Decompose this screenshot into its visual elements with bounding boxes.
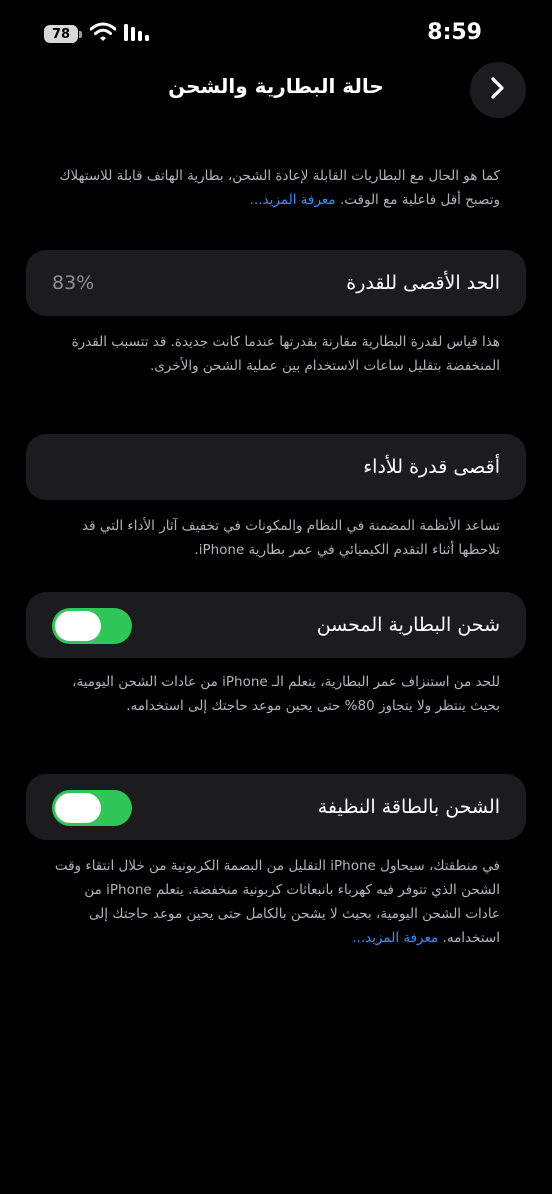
optimized-charging-toggle[interactable]	[52, 608, 132, 644]
chevron-right-icon	[490, 76, 506, 104]
peak-performance-label: أقصى قدرة للأداء	[363, 456, 500, 478]
page-title: حالة البطارية والشحن	[168, 74, 384, 98]
battery-level: 78	[44, 25, 78, 43]
status-time: 8:59	[427, 20, 482, 45]
maximum-capacity-label: الحد الأقصى للقدرة	[346, 272, 500, 294]
maximum-capacity-row: الحد الأقصى للقدرة 83%	[26, 250, 526, 316]
status-icons: 78	[44, 22, 154, 46]
back-button[interactable]	[470, 62, 526, 118]
peak-performance-row[interactable]: أقصى قدرة للأداء	[26, 434, 526, 500]
learn-more-link[interactable]: معرفة المزيد...	[250, 192, 336, 208]
status-bar: 78 8:59	[0, 0, 552, 66]
optimized-charging-description: للحد من استنزاف عمر البطارية، يتعلم الـ …	[72, 674, 500, 714]
maximum-capacity-description: هذا قياس لقدرة البطارية مقارنة بقدرتها ع…	[71, 334, 500, 374]
wifi-icon	[89, 22, 117, 46]
clean-energy-charging-label: الشحن بالطاقة النظيفة	[317, 796, 500, 818]
maximum-capacity-value: 83%	[52, 272, 95, 294]
optimized-charging-row: شحن البطارية المحسن	[26, 592, 526, 658]
battery-icon: 78	[44, 25, 82, 43]
toggle-knob	[55, 611, 101, 641]
intro-description: كما هو الحال مع البطاريات القابلة لإعادة…	[52, 164, 500, 212]
learn-more-link[interactable]: معرفة المزيد...	[352, 930, 438, 946]
optimized-charging-label: شحن البطارية المحسن	[316, 614, 500, 636]
toggle-knob	[55, 793, 101, 823]
peak-performance-description: تساعد الأنظمة المضمنة في النظام والمكونا…	[82, 518, 500, 558]
clean-energy-charging-row: الشحن بالطاقة النظيفة	[26, 774, 526, 840]
clean-energy-charging-toggle[interactable]	[52, 790, 132, 826]
clean-energy-charging-description: في منطقتك، سيحاول iPhone التقليل من البص…	[52, 854, 500, 950]
battery-tip	[79, 30, 82, 38]
cellular-signal-icon	[124, 23, 154, 45]
